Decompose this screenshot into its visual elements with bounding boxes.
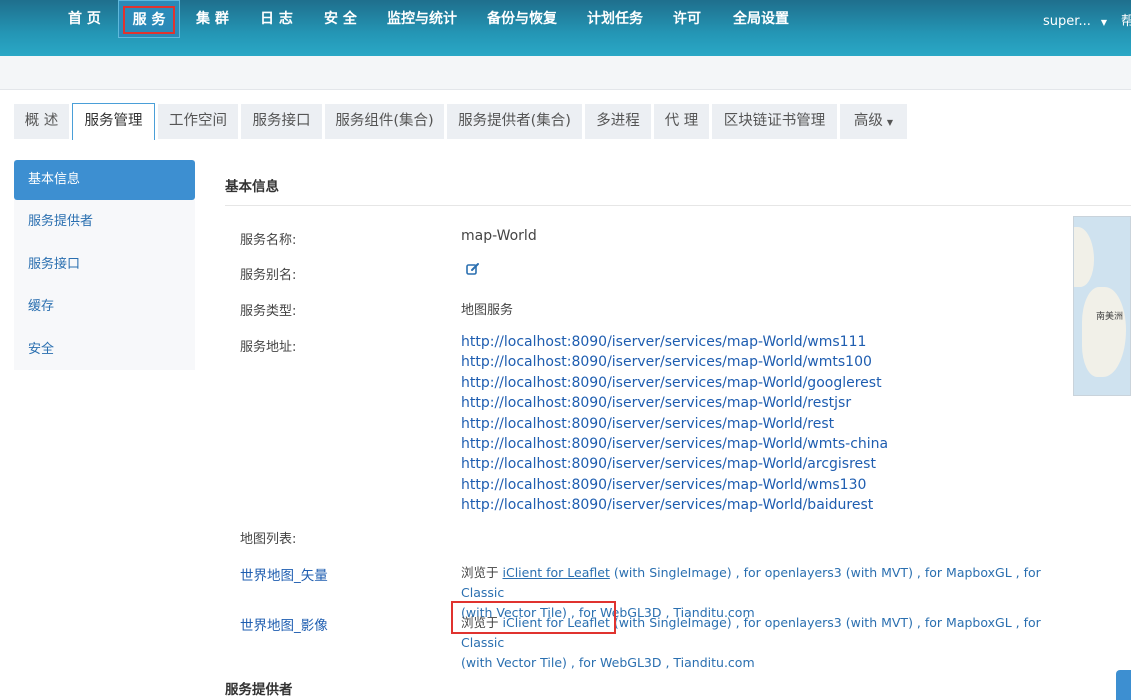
continent-label: 南美洲 bbox=[1096, 312, 1124, 322]
nav-services-label: 服 务 bbox=[122, 6, 176, 34]
highlight-box bbox=[451, 601, 616, 634]
breadcrumb-bar bbox=[0, 56, 1131, 90]
service-address-link[interactable]: http://localhost:8090/iserver/services/m… bbox=[461, 352, 872, 372]
nav-services[interactable]: 服 务 bbox=[118, 0, 180, 38]
side-item-basic-info[interactable]: 基本信息 bbox=[14, 160, 195, 200]
tab-blockchain-certs[interactable]: 区块链证书管理 bbox=[712, 104, 837, 139]
service-address-link[interactable]: http://localhost:8090/iserver/services/m… bbox=[461, 373, 882, 393]
service-type-value: 地图服务 bbox=[461, 303, 514, 318]
tab-advanced-label: 高级 bbox=[853, 113, 883, 129]
side-item-cache[interactable]: 缓存 bbox=[14, 287, 195, 327]
service-alias-label: 服务别名: bbox=[240, 268, 297, 283]
service-address-link[interactable]: http://localhost:8090/iserver/services/m… bbox=[461, 393, 851, 413]
land-shape bbox=[1082, 287, 1126, 377]
tab-service-components[interactable]: 服务组件(集合) bbox=[325, 104, 444, 139]
nav-license[interactable]: 许可 bbox=[673, 0, 701, 38]
tab-workspace[interactable]: 工作空间 bbox=[158, 104, 238, 139]
tab-multiprocess[interactable]: 多进程 bbox=[585, 104, 651, 139]
service-address-link[interactable]: http://localhost:8090/iserver/services/m… bbox=[461, 434, 888, 454]
edit-icon[interactable] bbox=[466, 262, 480, 276]
side-item-security[interactable]: 安全 bbox=[14, 330, 195, 370]
tab-service-interfaces[interactable]: 服务接口 bbox=[241, 104, 322, 139]
side-menu: 基本信息 服务提供者 服务接口 缓存 安全 bbox=[14, 160, 195, 370]
service-type-label: 服务类型: bbox=[240, 304, 297, 319]
tab-overview[interactable]: 概 述 bbox=[14, 104, 69, 139]
land-shape bbox=[1074, 227, 1094, 287]
divider bbox=[225, 205, 1131, 206]
map-link-vector[interactable]: 世界地图_矢量 bbox=[240, 564, 328, 584]
map-thumbnail[interactable]: 南美洲 bbox=[1073, 216, 1131, 396]
nav-backup[interactable]: 备份与恢复 bbox=[487, 0, 557, 38]
top-navbar: 首 页 服 务 集 群 日 志 安 全 监控与统计 备份与恢复 计划任务 许可 … bbox=[0, 0, 1131, 56]
browse-links-line2[interactable]: (with Vector Tile) , for WebGL3D , Tiand… bbox=[461, 655, 755, 670]
service-address-label: 服务地址: bbox=[240, 340, 297, 355]
caret-down-icon: ▼ bbox=[886, 118, 894, 127]
nav-monitoring[interactable]: 监控与统计 bbox=[387, 0, 457, 38]
side-item-service-interfaces[interactable]: 服务接口 bbox=[14, 245, 195, 285]
map-list-label: 地图列表: bbox=[240, 532, 297, 547]
browse-prefix: 浏览于 bbox=[461, 565, 499, 580]
service-name-value: map-World bbox=[461, 228, 537, 244]
service-address-link[interactable]: http://localhost:8090/iserver/services/m… bbox=[461, 454, 876, 474]
section-title-providers: 服务提供者 bbox=[225, 682, 293, 698]
side-item-service-providers[interactable]: 服务提供者 bbox=[14, 202, 195, 242]
nav-security[interactable]: 安 全 bbox=[324, 0, 357, 38]
service-address-link[interactable]: http://localhost:8090/iserver/services/m… bbox=[461, 495, 873, 515]
tab-service-providers[interactable]: 服务提供者(集合) bbox=[447, 104, 582, 139]
tab-service-management[interactable]: 服务管理 bbox=[72, 103, 155, 140]
caret-down-icon: ▼ bbox=[1100, 18, 1107, 27]
nav-global-settings[interactable]: 全局设置 bbox=[733, 0, 789, 38]
section-title-basic-info: 基本信息 bbox=[225, 179, 279, 195]
nav-cluster[interactable]: 集 群 bbox=[196, 0, 229, 38]
service-address-link[interactable]: http://localhost:8090/iserver/services/m… bbox=[461, 332, 866, 352]
nav-logs[interactable]: 日 志 bbox=[260, 0, 293, 38]
map-link-image[interactable]: 世界地图_影像 bbox=[240, 614, 328, 634]
service-address-link[interactable]: http://localhost:8090/iserver/services/m… bbox=[461, 414, 834, 434]
service-name-label: 服务名称: bbox=[240, 233, 297, 248]
user-menu[interactable]: super... ▼ bbox=[1043, 0, 1107, 44]
leaflet-link[interactable]: iClient for Leaflet bbox=[503, 565, 610, 580]
tab-proxy[interactable]: 代 理 bbox=[654, 104, 709, 139]
service-address-link[interactable]: http://localhost:8090/iserver/services/m… bbox=[461, 475, 866, 495]
nav-scheduled-tasks[interactable]: 计划任务 bbox=[587, 0, 643, 38]
help-menu[interactable]: 帮 bbox=[1121, 0, 1131, 44]
tab-advanced[interactable]: 高级 ▼ bbox=[840, 104, 907, 139]
back-to-top-button[interactable] bbox=[1116, 670, 1131, 700]
user-name: super... bbox=[1043, 14, 1091, 29]
nav-home[interactable]: 首 页 bbox=[68, 0, 101, 38]
